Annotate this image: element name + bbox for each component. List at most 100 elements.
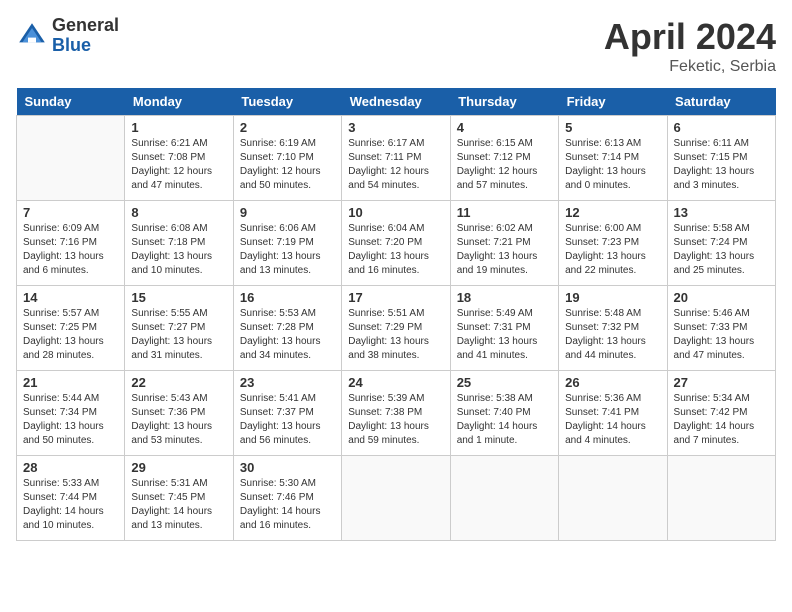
- day-number: 13: [674, 205, 769, 220]
- calendar-cell: [559, 456, 667, 541]
- calendar-cell: 5 Sunrise: 6:13 AM Sunset: 7:14 PM Daylig…: [559, 116, 667, 201]
- day-info: Sunrise: 6:08 AM Sunset: 7:18 PM Dayligh…: [131, 222, 226, 278]
- day-info: Sunrise: 6:04 AM Sunset: 7:20 PM Dayligh…: [348, 222, 443, 278]
- day-number: 30: [240, 460, 335, 475]
- day-info: Sunrise: 5:55 AM Sunset: 7:27 PM Dayligh…: [131, 307, 226, 363]
- title-block: April 2024 Feketic, Serbia: [604, 16, 776, 76]
- day-number: 27: [674, 375, 769, 390]
- day-number: 3: [348, 120, 443, 135]
- week-row-2: 7 Sunrise: 6:09 AM Sunset: 7:16 PM Daylig…: [17, 201, 776, 286]
- day-number: 11: [457, 205, 552, 220]
- logo-general: General: [52, 16, 119, 36]
- logo-icon: [16, 20, 48, 52]
- day-number: 29: [131, 460, 226, 475]
- day-info: Sunrise: 5:30 AM Sunset: 7:46 PM Dayligh…: [240, 477, 335, 533]
- day-number: 7: [23, 205, 118, 220]
- logo: General Blue: [16, 16, 119, 56]
- day-info: Sunrise: 5:58 AM Sunset: 7:24 PM Dayligh…: [674, 222, 769, 278]
- calendar-cell: [17, 116, 125, 201]
- day-number: 15: [131, 290, 226, 305]
- day-number: 19: [565, 290, 660, 305]
- logo-blue: Blue: [52, 36, 119, 56]
- calendar-cell: 29 Sunrise: 5:31 AM Sunset: 7:45 PM Dayli…: [125, 456, 233, 541]
- weekday-header-row: SundayMondayTuesdayWednesdayThursdayFrid…: [17, 88, 776, 116]
- calendar-cell: 22 Sunrise: 5:43 AM Sunset: 7:36 PM Dayli…: [125, 371, 233, 456]
- day-info: Sunrise: 5:38 AM Sunset: 7:40 PM Dayligh…: [457, 392, 552, 448]
- calendar-cell: 25 Sunrise: 5:38 AM Sunset: 7:40 PM Dayli…: [450, 371, 558, 456]
- calendar-cell: 7 Sunrise: 6:09 AM Sunset: 7:16 PM Daylig…: [17, 201, 125, 286]
- day-number: 18: [457, 290, 552, 305]
- calendar-cell: 27 Sunrise: 5:34 AM Sunset: 7:42 PM Dayli…: [667, 371, 775, 456]
- calendar-cell: 16Sunrise: 5:53 AM Sunset: 7:28 PM Dayli…: [233, 286, 341, 371]
- day-number: 21: [23, 375, 118, 390]
- calendar-cell: 13 Sunrise: 5:58 AM Sunset: 7:24 PM Dayli…: [667, 201, 775, 286]
- day-number: 8: [131, 205, 226, 220]
- day-number: 17: [348, 290, 443, 305]
- day-number: 25: [457, 375, 552, 390]
- day-info: Sunrise: 6:17 AM Sunset: 7:11 PM Dayligh…: [348, 137, 443, 193]
- calendar-cell: 30 Sunrise: 5:30 AM Sunset: 7:46 PM Dayli…: [233, 456, 341, 541]
- page-header: General Blue April 2024 Feketic, Serbia: [16, 16, 776, 76]
- day-number: 2: [240, 120, 335, 135]
- day-number: 6: [674, 120, 769, 135]
- calendar-cell: 19 Sunrise: 5:48 AM Sunset: 7:32 PM Dayli…: [559, 286, 667, 371]
- calendar-cell: 1Sunrise: 6:21 AM Sunset: 7:08 PM Daylig…: [125, 116, 233, 201]
- logo-text: General Blue: [52, 16, 119, 56]
- calendar-cell: 11Sunrise: 6:02 AM Sunset: 7:21 PM Dayli…: [450, 201, 558, 286]
- day-number: 22: [131, 375, 226, 390]
- calendar-cell: 6 Sunrise: 6:11 AM Sunset: 7:15 PM Daylig…: [667, 116, 775, 201]
- weekday-header-saturday: Saturday: [667, 88, 775, 116]
- weekday-header-tuesday: Tuesday: [233, 88, 341, 116]
- calendar-cell: 23 Sunrise: 5:41 AM Sunset: 7:37 PM Dayli…: [233, 371, 341, 456]
- calendar-cell: [667, 456, 775, 541]
- day-info: Sunrise: 5:43 AM Sunset: 7:36 PM Dayligh…: [131, 392, 226, 448]
- day-number: 14: [23, 290, 118, 305]
- day-info: Sunrise: 6:13 AM Sunset: 7:14 PM Dayligh…: [565, 137, 660, 193]
- day-info: Sunrise: 5:31 AM Sunset: 7:45 PM Dayligh…: [131, 477, 226, 533]
- day-number: 9: [240, 205, 335, 220]
- calendar-table: SundayMondayTuesdayWednesdayThursdayFrid…: [16, 88, 776, 541]
- day-info: Sunrise: 5:49 AM Sunset: 7:31 PM Dayligh…: [457, 307, 552, 363]
- calendar-cell: 8 Sunrise: 6:08 AM Sunset: 7:18 PM Daylig…: [125, 201, 233, 286]
- day-number: 5: [565, 120, 660, 135]
- day-number: 24: [348, 375, 443, 390]
- calendar-cell: 4 Sunrise: 6:15 AM Sunset: 7:12 PM Daylig…: [450, 116, 558, 201]
- day-info: Sunrise: 6:19 AM Sunset: 7:10 PM Dayligh…: [240, 137, 335, 193]
- day-info: Sunrise: 6:11 AM Sunset: 7:15 PM Dayligh…: [674, 137, 769, 193]
- day-info: Sunrise: 5:36 AM Sunset: 7:41 PM Dayligh…: [565, 392, 660, 448]
- calendar-cell: 21 Sunrise: 5:44 AM Sunset: 7:34 PM Dayli…: [17, 371, 125, 456]
- day-info: Sunrise: 6:09 AM Sunset: 7:16 PM Dayligh…: [23, 222, 118, 278]
- day-info: Sunrise: 5:41 AM Sunset: 7:37 PM Dayligh…: [240, 392, 335, 448]
- day-info: Sunrise: 5:39 AM Sunset: 7:38 PM Dayligh…: [348, 392, 443, 448]
- day-info: Sunrise: 6:00 AM Sunset: 7:23 PM Dayligh…: [565, 222, 660, 278]
- calendar-cell: 3 Sunrise: 6:17 AM Sunset: 7:11 PM Daylig…: [342, 116, 450, 201]
- weekday-header-wednesday: Wednesday: [342, 88, 450, 116]
- calendar-cell: 15 Sunrise: 5:55 AM Sunset: 7:27 PM Dayli…: [125, 286, 233, 371]
- day-number: 4: [457, 120, 552, 135]
- day-info: Sunrise: 5:46 AM Sunset: 7:33 PM Dayligh…: [674, 307, 769, 363]
- calendar-cell: 24 Sunrise: 5:39 AM Sunset: 7:38 PM Dayli…: [342, 371, 450, 456]
- page-subtitle: Feketic, Serbia: [604, 58, 776, 76]
- day-number: 28: [23, 460, 118, 475]
- calendar-cell: 12 Sunrise: 6:00 AM Sunset: 7:23 PM Dayli…: [559, 201, 667, 286]
- day-number: 23: [240, 375, 335, 390]
- day-info: Sunrise: 5:57 AM Sunset: 7:25 PM Dayligh…: [23, 307, 118, 363]
- calendar-cell: 18 Sunrise: 5:49 AM Sunset: 7:31 PM Dayli…: [450, 286, 558, 371]
- week-row-1: 1Sunrise: 6:21 AM Sunset: 7:08 PM Daylig…: [17, 116, 776, 201]
- day-info: Sunrise: 5:48 AM Sunset: 7:32 PM Dayligh…: [565, 307, 660, 363]
- day-info: Sunrise: 5:44 AM Sunset: 7:34 PM Dayligh…: [23, 392, 118, 448]
- day-info: Sunrise: 6:21 AM Sunset: 7:08 PM Dayligh…: [131, 137, 226, 193]
- day-number: 12: [565, 205, 660, 220]
- calendar-cell: 2 Sunrise: 6:19 AM Sunset: 7:10 PM Daylig…: [233, 116, 341, 201]
- weekday-header-friday: Friday: [559, 88, 667, 116]
- day-number: 20: [674, 290, 769, 305]
- calendar-cell: [342, 456, 450, 541]
- calendar-cell: 17 Sunrise: 5:51 AM Sunset: 7:29 PM Dayli…: [342, 286, 450, 371]
- day-info: Sunrise: 5:34 AM Sunset: 7:42 PM Dayligh…: [674, 392, 769, 448]
- calendar-cell: [450, 456, 558, 541]
- week-row-4: 21 Sunrise: 5:44 AM Sunset: 7:34 PM Dayli…: [17, 371, 776, 456]
- day-info: Sunrise: 5:51 AM Sunset: 7:29 PM Dayligh…: [348, 307, 443, 363]
- day-number: 16: [240, 290, 335, 305]
- calendar-cell: 26Sunrise: 5:36 AM Sunset: 7:41 PM Dayli…: [559, 371, 667, 456]
- day-info: Sunrise: 6:15 AM Sunset: 7:12 PM Dayligh…: [457, 137, 552, 193]
